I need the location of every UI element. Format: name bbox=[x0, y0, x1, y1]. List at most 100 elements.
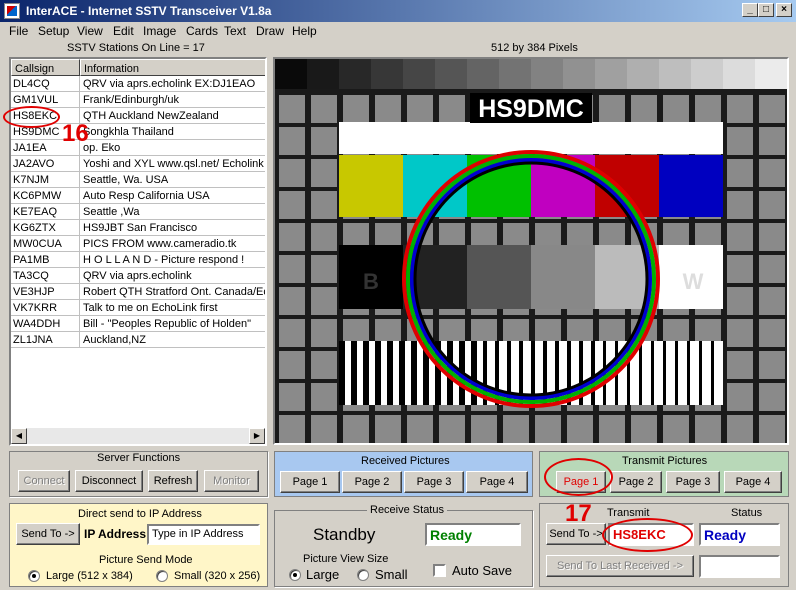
transmit-page-3-button[interactable]: Page 3 bbox=[666, 471, 720, 493]
view-size-large-label[interactable]: Large bbox=[306, 567, 339, 582]
transmit-page-2-button[interactable]: Page 2 bbox=[610, 471, 662, 493]
column-separator bbox=[79, 172, 80, 188]
menu-image[interactable]: Image bbox=[143, 24, 176, 38]
station-information: Seattle, Wa. USA bbox=[83, 174, 169, 186]
station-callsign: KC6PMW bbox=[13, 190, 62, 202]
received-image-view[interactable]: HS9DMC B W bbox=[273, 57, 789, 445]
menu-help[interactable]: Help bbox=[292, 24, 317, 38]
station-row[interactable]: HS9DMC Songkhla Thailand bbox=[11, 124, 265, 140]
station-row[interactable]: VK7KRR Talk to me on EchoLink first bbox=[11, 300, 265, 316]
station-information: QRV via aprs.echolink EX:DJ1EAO bbox=[83, 78, 256, 90]
station-row[interactable]: KC6PMW Auto Resp California USA bbox=[11, 188, 265, 204]
station-information: Bill - "Peoples Republic of Holden" bbox=[83, 318, 252, 330]
station-callsign: PA1MB bbox=[13, 254, 50, 266]
menu-file[interactable]: File bbox=[9, 24, 28, 38]
received-pictures-title: Received Pictures bbox=[361, 455, 450, 467]
transmit-pictures-title: Transmit Pictures bbox=[622, 455, 708, 467]
direct-send-panel: Direct send to IP Address Send To -> IP … bbox=[9, 503, 268, 587]
station-callsign: DL4CQ bbox=[13, 78, 50, 90]
station-information: Robert QTH Stratford Ont. Canada/Ec bbox=[83, 286, 265, 298]
view-size-small-label[interactable]: Small bbox=[375, 567, 408, 582]
send-mode-large-radio[interactable] bbox=[28, 570, 40, 582]
received-page-1-button[interactable]: Page 1 bbox=[280, 471, 340, 493]
server-functions-title: Server Functions bbox=[94, 452, 184, 464]
menu-cards[interactable]: Cards bbox=[186, 24, 218, 38]
auto-save-label[interactable]: Auto Save bbox=[452, 563, 512, 578]
minimize-button[interactable]: _ bbox=[742, 3, 758, 17]
scroll-left-icon[interactable]: ◀ bbox=[11, 428, 27, 444]
menu-setup[interactable]: Setup bbox=[38, 24, 69, 38]
app-icon bbox=[4, 3, 20, 19]
column-information[interactable]: Information bbox=[80, 59, 265, 76]
menu-view[interactable]: View bbox=[77, 24, 103, 38]
send-mode-large-label[interactable]: Large (512 x 384) bbox=[46, 570, 133, 582]
received-page-4-button[interactable]: Page 4 bbox=[466, 471, 528, 493]
station-information: op. Eko bbox=[83, 142, 121, 154]
direct-send-title: Direct send to IP Address bbox=[78, 508, 202, 520]
view-size-small-radio[interactable] bbox=[357, 569, 369, 581]
auto-save-checkbox[interactable] bbox=[433, 564, 446, 577]
station-row[interactable]: KG6ZTX HS9JBT San Francisco bbox=[11, 220, 265, 236]
column-callsign[interactable]: Callsign bbox=[11, 59, 80, 76]
station-information: QRV via aprs.echolink bbox=[83, 270, 192, 282]
station-row[interactable]: JA2AVO Yoshi and XYL www.qsl.net/ Echolin… bbox=[11, 156, 265, 172]
station-information: PICS FROM www.cameradio.tk bbox=[83, 238, 237, 250]
view-size-title: Picture View Size bbox=[303, 553, 389, 565]
station-row[interactable]: K7NJM Seattle, Wa. USA bbox=[11, 172, 265, 188]
ip-address-input[interactable]: Type in IP Address bbox=[147, 524, 260, 545]
horizontal-scrollbar[interactable]: ◀ ▶ bbox=[11, 428, 265, 444]
standby-label: Standby bbox=[313, 525, 376, 544]
test-card-image: HS9DMC B W bbox=[275, 59, 787, 443]
menu-text[interactable]: Text bbox=[224, 24, 246, 38]
station-callsign: TA3CQ bbox=[13, 270, 49, 282]
column-separator bbox=[79, 332, 80, 348]
column-separator bbox=[79, 156, 80, 172]
station-row[interactable]: GM1VUL Frank/Edinburgh/uk bbox=[11, 92, 265, 108]
transmit-status-title: Status bbox=[731, 507, 763, 519]
send-mode-small-radio[interactable] bbox=[156, 570, 168, 582]
send-to-last-received-button[interactable]: Send To Last Received -> bbox=[546, 555, 694, 577]
monitor-button[interactable]: Monitor bbox=[204, 470, 259, 492]
station-row[interactable]: WA4DDH Bill - "Peoples Republic of Holden… bbox=[11, 316, 265, 332]
direct-send-to-button[interactable]: Send To -> bbox=[16, 523, 80, 545]
close-button[interactable]: × bbox=[776, 3, 792, 17]
station-row[interactable]: ZL1JNA Auckland,NZ bbox=[11, 332, 265, 348]
station-callsign: ZL1JNA bbox=[13, 334, 53, 346]
color-bar bbox=[339, 155, 403, 217]
station-information: H O L L A N D - Picture respond ! bbox=[83, 254, 245, 266]
menu-bar: File Setup View Edit Image Cards Text Dr… bbox=[0, 22, 796, 40]
column-separator bbox=[79, 220, 80, 236]
column-separator bbox=[79, 300, 80, 316]
disconnect-button[interactable]: Disconnect bbox=[75, 470, 143, 492]
station-row[interactable]: KE7EAQ Seattle ,Wa bbox=[11, 204, 265, 220]
refresh-button[interactable]: Refresh bbox=[148, 470, 198, 492]
column-separator bbox=[79, 76, 80, 92]
station-information: Talk to me on EchoLink first bbox=[83, 302, 218, 314]
transmit-page-4-button[interactable]: Page 4 bbox=[724, 471, 782, 493]
scroll-right-icon[interactable]: ▶ bbox=[249, 428, 265, 444]
station-information: QTH Auckland NewZealand bbox=[83, 110, 219, 122]
view-size-large-radio[interactable] bbox=[289, 569, 301, 581]
menu-edit[interactable]: Edit bbox=[113, 24, 134, 38]
station-row[interactable]: JA1EA op. Eko bbox=[11, 140, 265, 156]
received-page-2-button[interactable]: Page 2 bbox=[342, 471, 402, 493]
station-row[interactable]: DL4CQ QRV via aprs.echolink EX:DJ1EAO bbox=[11, 76, 265, 92]
station-information: Auckland,NZ bbox=[83, 334, 146, 346]
station-callsign: KG6ZTX bbox=[13, 222, 56, 234]
received-page-3-button[interactable]: Page 3 bbox=[404, 471, 464, 493]
ip-address-label: IP Address bbox=[84, 527, 147, 541]
send-mode-small-label[interactable]: Small (320 x 256) bbox=[174, 570, 260, 582]
station-row[interactable]: VE3HJP Robert QTH Stratford Ont. Canada/E… bbox=[11, 284, 265, 300]
station-callsign: VE3HJP bbox=[13, 286, 55, 298]
connect-button[interactable]: Connect bbox=[18, 470, 70, 492]
station-row[interactable]: MW0CUA PICS FROM www.cameradio.tk bbox=[11, 236, 265, 252]
column-separator bbox=[79, 92, 80, 108]
menu-draw[interactable]: Draw bbox=[256, 24, 284, 38]
station-row[interactable]: TA3CQ QRV via aprs.echolink bbox=[11, 268, 265, 284]
station-row[interactable]: PA1MB H O L L A N D - Picture respond ! bbox=[11, 252, 265, 268]
server-functions-group: Server Functions Connect Disconnect Refr… bbox=[9, 451, 268, 497]
column-separator bbox=[79, 188, 80, 204]
maximize-button[interactable]: □ bbox=[758, 3, 774, 17]
testcard-callsign: HS9DMC bbox=[478, 95, 584, 123]
station-information: Auto Resp California USA bbox=[83, 190, 210, 202]
